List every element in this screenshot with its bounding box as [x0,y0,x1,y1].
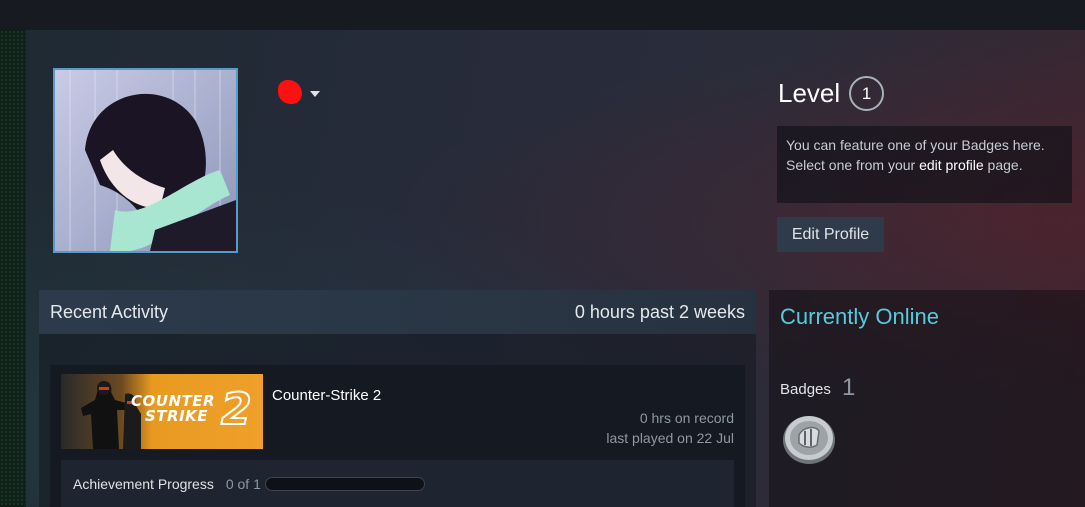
profile-avatar[interactable] [53,68,238,253]
chevron-down-icon[interactable] [310,91,320,97]
capsule-logo-text: COUNTER STRIKE [131,394,215,424]
badge-coin-icon[interactable] [781,413,837,465]
achievement-progress-row[interactable]: Achievement Progress 0 of 1 [61,460,734,507]
top-navigation-bar [0,0,1085,30]
game-capsule-image[interactable]: COUNTER STRIKE 2 [61,374,263,449]
achievement-progress-count: 0 of 1 [225,475,261,492]
badge-notice-prefix: Select one from your [786,157,920,173]
achievement-progress-label: Achievement Progress [73,475,214,492]
profile-level: Level 1 [778,76,885,111]
level-label: Level [778,78,841,108]
badges-count: 1 [842,374,856,401]
edit-profile-button[interactable]: Edit Profile [777,217,884,252]
redacted-persona-name [278,80,302,104]
featured-badge-notice: You can feature one of your Badges here.… [777,126,1072,203]
persona-name-area[interactable] [278,80,320,104]
recent-activity-panel: Recent Activity 0 hours past 2 weeks COU… [39,290,756,507]
avatar-image [55,70,236,251]
recent-activity-title: Recent Activity [50,301,169,322]
badge-notice-suffix: page. [983,157,1023,173]
achievement-progress-bar [264,476,425,491]
profile-sidebar-panel: Currently Online Badges 1 [769,290,1085,507]
left-background-strip [0,30,26,507]
badge-notice-line1: You can feature one of your Badges here. [786,137,1045,153]
capsule-logo-number: 2 [220,384,253,435]
game-hours-on-record: 0 hrs on record [639,410,734,426]
badge-notice-line2: Select one from your edit profile page. [786,155,1063,175]
recent-activity-header: Recent Activity 0 hours past 2 weeks [39,290,756,334]
badges-link[interactable]: Badges [780,381,831,398]
game-activity-card: COUNTER STRIKE 2 Counter-Strike 2 0 hrs o… [50,365,745,507]
level-badge: 1 [849,76,885,111]
edit-profile-link[interactable]: edit profile [919,157,984,173]
recent-activity-hours: 0 hours past 2 weeks [574,301,745,322]
capsule-logo-line2: STRIKE [145,407,209,425]
online-status: Currently Online [780,304,939,329]
game-last-played: last played on 22 Jul [606,430,734,446]
game-name-link[interactable]: Counter-Strike 2 [272,387,381,404]
